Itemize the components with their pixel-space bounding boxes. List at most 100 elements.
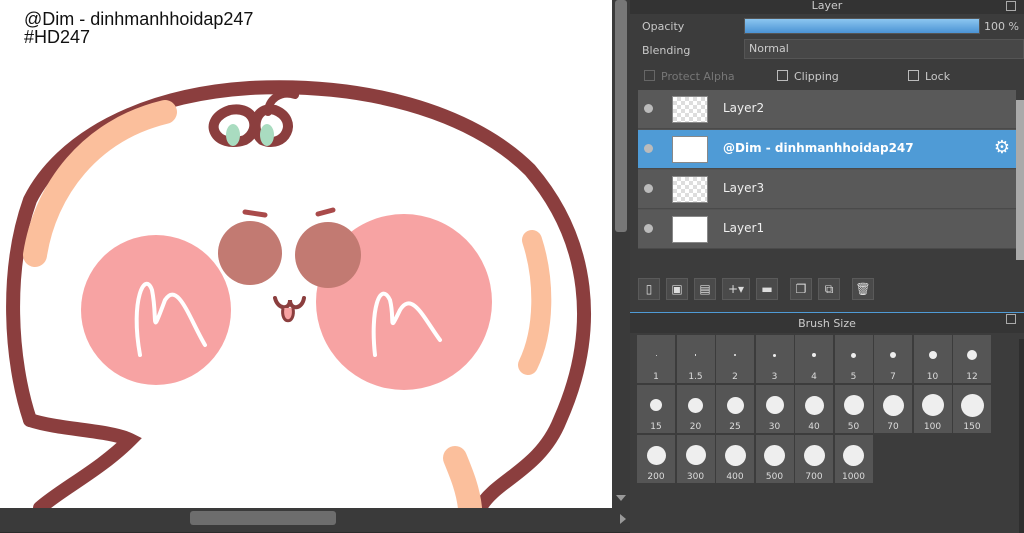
brush-size-option[interactable]: 400 xyxy=(716,435,754,483)
brush-size-option[interactable]: 10 xyxy=(913,335,952,383)
brush-dot-icon xyxy=(764,444,785,466)
brush-size-label: 5 xyxy=(850,372,857,382)
brush-size-label: 700 xyxy=(805,472,823,482)
layer-list: Layer2 @Dim - dinhmanhhoidap247 ⚙ Layer3… xyxy=(638,90,1016,249)
brush-dot-icon xyxy=(851,352,856,358)
brush-size-option[interactable]: 3 xyxy=(755,335,794,383)
new-folder-icon[interactable]: ▬ xyxy=(756,278,778,300)
visibility-eye-icon[interactable] xyxy=(644,184,653,193)
new-layer-icon[interactable]: ▯ xyxy=(638,278,660,300)
brush-size-option[interactable]: 50 xyxy=(834,385,873,433)
brush-size-label: 1.5 xyxy=(688,372,703,382)
brush-size-title-text: Brush Size xyxy=(798,317,856,330)
add-layer-dropdown-icon[interactable]: +▾ xyxy=(722,278,750,300)
layer-name: @Dim - dinhmanhhoidap247 xyxy=(723,141,914,155)
layer-panel: Layer Opacity 100 % Blending Normal Prot… xyxy=(630,0,1024,533)
opacity-slider-fill xyxy=(745,19,979,33)
brush-dot-icon xyxy=(804,395,824,415)
layer-panel-title: Layer xyxy=(630,0,1024,14)
layer-thumbnail xyxy=(672,176,708,203)
protect-alpha-label: Protect Alpha xyxy=(661,70,735,83)
layer-row[interactable]: Layer2 xyxy=(638,90,1016,129)
brush-panel-scrollbar[interactable] xyxy=(1019,339,1024,533)
brush-dot-icon xyxy=(688,397,703,413)
brush-size-option[interactable]: 700 xyxy=(795,435,833,483)
brush-size-option[interactable]: 2 xyxy=(716,335,754,383)
brush-size-label: 1 xyxy=(653,372,659,382)
visibility-eye-icon[interactable] xyxy=(644,144,653,153)
scroll-right-arrow-icon[interactable] xyxy=(620,514,626,524)
protect-alpha-checkbox[interactable]: Protect Alpha xyxy=(644,70,735,83)
brush-size-label: 200 xyxy=(647,472,665,482)
clipping-checkbox[interactable]: Clipping xyxy=(777,70,839,83)
opacity-slider[interactable] xyxy=(744,18,980,34)
brush-size-option[interactable]: 70 xyxy=(874,385,912,433)
brush-dot-icon xyxy=(890,352,896,358)
scroll-down-arrow-icon[interactable] xyxy=(616,495,626,501)
canvas-vertical-scrollbar[interactable] xyxy=(612,0,630,508)
brush-size-option[interactable]: 5 xyxy=(834,335,873,383)
new-halftone-layer-icon[interactable]: ▤ xyxy=(694,278,716,300)
brush-size-label: 10 xyxy=(926,372,939,382)
brush-size-label: 25 xyxy=(729,422,741,432)
visibility-eye-icon[interactable] xyxy=(644,104,653,113)
brush-size-option[interactable]: 150 xyxy=(953,385,991,433)
brush-size-option[interactable]: 1.5 xyxy=(676,335,715,383)
brush-size-option[interactable]: 12 xyxy=(953,335,991,383)
blending-select[interactable]: Normal xyxy=(744,39,1024,59)
lock-checkbox[interactable]: Lock xyxy=(908,70,950,83)
brush-size-label: 150 xyxy=(963,422,981,432)
panel-pin-icon[interactable] xyxy=(1006,1,1016,11)
horizontal-scroll-thumb[interactable] xyxy=(190,511,336,525)
brush-size-option[interactable]: 200 xyxy=(637,435,675,483)
brush-dot-icon xyxy=(921,394,944,416)
brush-size-label: 40 xyxy=(808,422,820,432)
brush-size-option[interactable]: 100 xyxy=(913,385,952,433)
brush-size-option[interactable]: 15 xyxy=(637,385,675,433)
brush-size-title: Brush Size xyxy=(630,313,1024,333)
merge-layer-icon[interactable]: ⧉ xyxy=(818,278,840,300)
brush-size-label: 4 xyxy=(811,372,817,382)
brush-size-option[interactable]: 30 xyxy=(755,385,794,433)
brush-size-label: 300 xyxy=(686,472,705,482)
layer-row-selected[interactable]: @Dim - dinhmanhhoidap247 ⚙ xyxy=(638,130,1016,169)
brush-size-option[interactable]: 1 xyxy=(637,335,675,383)
watermark-line-1: @Dim - dinhmanhhoidap247 xyxy=(24,9,254,29)
watermark-text: @Dim - dinhmanhhoidap247 #HD247 xyxy=(24,10,253,46)
delete-layer-icon[interactable]: 🗑 xyxy=(852,278,874,300)
brush-size-option[interactable]: 300 xyxy=(676,435,715,483)
brush-dot-icon xyxy=(724,444,746,466)
brush-dot-icon xyxy=(843,444,864,466)
opacity-value: 100 % xyxy=(984,20,1019,33)
visibility-eye-icon[interactable] xyxy=(644,224,653,233)
brush-size-option[interactable]: 4 xyxy=(795,335,833,383)
watermark-line-2: #HD247 xyxy=(24,27,91,47)
brush-size-option[interactable]: 500 xyxy=(755,435,794,483)
brush-dot-icon xyxy=(928,351,937,359)
brush-size-label: 50 xyxy=(847,422,860,432)
character-artwork xyxy=(6,80,591,508)
canvas-horizontal-scrollbar[interactable] xyxy=(0,508,630,532)
brush-dot-icon xyxy=(843,395,864,415)
gear-icon[interactable]: ⚙ xyxy=(994,139,1010,157)
layer-thumbnail xyxy=(672,136,708,163)
brush-size-label: 500 xyxy=(765,472,784,482)
layer-row[interactable]: Layer3 xyxy=(638,170,1016,209)
brush-size-option[interactable]: 20 xyxy=(676,385,715,433)
brush-size-label: 2 xyxy=(732,372,738,382)
brush-size-option[interactable]: 25 xyxy=(716,385,754,433)
new-raster-layer-icon[interactable]: ▣ xyxy=(666,278,688,300)
layer-row[interactable]: Layer1 xyxy=(638,210,1016,249)
panel-pin-icon[interactable] xyxy=(1006,314,1016,324)
brush-dot-icon xyxy=(650,399,662,411)
duplicate-layer-icon[interactable]: ❐ xyxy=(790,278,812,300)
vertical-scroll-thumb[interactable] xyxy=(615,0,627,232)
opacity-label: Opacity xyxy=(642,20,685,33)
brush-size-option[interactable]: 40 xyxy=(795,385,833,433)
layer-thumbnail xyxy=(672,216,708,243)
layer-list-scrollbar[interactable] xyxy=(1016,100,1024,260)
brush-size-label: 3 xyxy=(771,372,778,382)
brush-size-option[interactable]: 7 xyxy=(874,335,912,383)
drawing-canvas[interactable]: @Dim - dinhmanhhoidap247 #HD247 xyxy=(0,0,612,508)
brush-size-option[interactable]: 1000 xyxy=(834,435,873,483)
